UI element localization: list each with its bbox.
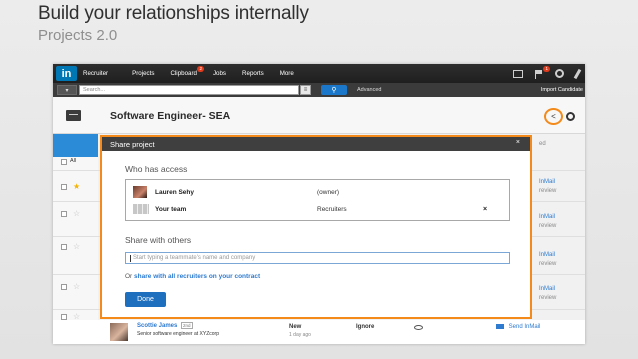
- row-checkbox[interactable]: [61, 211, 67, 217]
- candidate-name-text: Scottie James: [137, 323, 178, 329]
- send-inmail-link[interactable]: Send InMail: [496, 324, 540, 330]
- share-input-placeholder: Start typing a teammate's name and compa…: [133, 255, 256, 261]
- access-row-team: Your team Recruiters ×: [133, 203, 503, 215]
- recruiter-app-screenshot: in Recruiter Projects Clipboard 2 Jobs R…: [53, 64, 585, 344]
- nav-icons: 1: [513, 65, 582, 79]
- nav-item-clipboard-label: Clipboard: [170, 70, 197, 77]
- candidate-name[interactable]: Scottie James 2nd: [137, 322, 193, 329]
- list-icon[interactable]: ≡: [300, 85, 311, 95]
- star-icon[interactable]: ☆: [73, 210, 80, 218]
- slide-subtitle: Projects 2.0: [38, 27, 118, 44]
- clipboard-badge: 2: [197, 66, 204, 72]
- modal-header: Share project ×: [102, 137, 530, 151]
- select-all-checkbox[interactable]: [61, 159, 67, 165]
- member-name[interactable]: Lauren Sehy: [155, 189, 194, 196]
- import-candidate-link[interactable]: Import Candidate: [541, 87, 583, 93]
- remove-access-icon[interactable]: ×: [483, 206, 487, 213]
- flag-badge: 1: [543, 65, 550, 72]
- member-name: Your team: [155, 205, 187, 213]
- text-caret: [130, 254, 131, 262]
- inmail-link[interactable]: InMail: [539, 286, 555, 292]
- who-has-access-label: Who has access: [125, 164, 188, 174]
- slide-title: Build your relationships internally: [38, 3, 309, 24]
- star-icon[interactable]: ★: [73, 183, 80, 191]
- or-text: Or: [125, 273, 133, 280]
- send-inmail-label: Send InMail: [508, 324, 541, 331]
- time-ago: 1 day ago: [289, 332, 311, 338]
- mail-icon[interactable]: [513, 69, 523, 78]
- candidate-headline: Senior software engineer at XYZcorp: [137, 331, 219, 337]
- star-icon[interactable]: ☆: [73, 243, 80, 251]
- review-link[interactable]: review: [539, 188, 556, 194]
- tools-icon[interactable]: [555, 69, 564, 78]
- access-row-owner: Lauren Sehy (owner): [133, 186, 503, 198]
- edit-icon[interactable]: [573, 68, 582, 79]
- select-all-label: All: [70, 158, 77, 164]
- share-with-others-label: Share with others: [125, 235, 192, 245]
- star-icon[interactable]: ☆: [73, 283, 80, 291]
- advanced-search-link[interactable]: Advanced: [357, 87, 381, 93]
- close-icon[interactable]: ×: [516, 139, 520, 146]
- gear-icon[interactable]: [566, 112, 575, 121]
- share-icon[interactable]: <: [544, 108, 563, 125]
- right-column-header: ed: [539, 141, 546, 147]
- search-icon: ⚲: [331, 87, 337, 94]
- share-teammate-input[interactable]: Start typing a teammate's name and compa…: [125, 252, 510, 264]
- avatar: [110, 323, 128, 341]
- row-checkbox[interactable]: [61, 244, 67, 250]
- avatar: [133, 186, 147, 198]
- table-row: Scottie James 2nd Senior software engine…: [53, 320, 585, 344]
- nav-item-recruiter[interactable]: Recruiter: [83, 70, 108, 77]
- share-all-recruiters-link[interactable]: share with all recruiters on your contra…: [134, 273, 260, 280]
- share-all-line: Or share with all recruiters on your con…: [125, 273, 260, 280]
- review-link[interactable]: review: [539, 295, 556, 301]
- review-link[interactable]: review: [539, 261, 556, 267]
- connection-degree-badge: 2nd: [181, 322, 193, 329]
- nav-item-projects[interactable]: Projects: [132, 70, 154, 77]
- inmail-link[interactable]: InMail: [539, 179, 555, 185]
- search-input[interactable]: Search...: [79, 85, 299, 95]
- status-text: New: [289, 324, 302, 330]
- review-link[interactable]: review: [539, 223, 556, 229]
- project-header: Software Engineer- SEA <: [53, 97, 585, 134]
- nav-item-jobs[interactable]: Jobs: [213, 70, 226, 77]
- ignore-button[interactable]: Ignore: [356, 324, 374, 330]
- access-list: Lauren Sehy (owner) Your team Recruiters…: [125, 179, 510, 221]
- inmail-link[interactable]: InMail: [539, 252, 555, 258]
- eye-icon[interactable]: [414, 325, 423, 330]
- inmail-link[interactable]: InMail: [539, 214, 555, 220]
- search-bar: ▾ Search... ≡ ⚲ Advanced Import Candidat…: [53, 83, 585, 97]
- top-navigation: in Recruiter Projects Clipboard 2 Jobs R…: [53, 64, 585, 83]
- nav-item-reports[interactable]: Reports: [242, 70, 264, 77]
- nav-item-clipboard[interactable]: Clipboard 2: [170, 66, 204, 77]
- list-tab[interactable]: [53, 134, 98, 157]
- envelope-icon: [496, 324, 504, 329]
- team-icon: [133, 204, 149, 214]
- candidate-list-left-column: All ★ ☆ ☆ ☆ ☆: [53, 134, 98, 344]
- linkedin-logo[interactable]: in: [56, 66, 77, 81]
- member-role: (owner): [317, 188, 340, 196]
- project-title: Software Engineer- SEA: [110, 110, 231, 122]
- member-role: Recruiters: [317, 205, 347, 213]
- search-button[interactable]: ⚲: [321, 85, 347, 95]
- share-project-modal: Share project × Who has access Lauren Se…: [100, 135, 532, 319]
- done-button[interactable]: Done: [125, 292, 166, 307]
- nav-item-more[interactable]: More: [280, 70, 294, 77]
- flag-icon[interactable]: 1: [535, 65, 550, 79]
- search-type-dropdown[interactable]: ▾: [57, 85, 77, 95]
- modal-title: Share project: [110, 139, 155, 149]
- folder-icon[interactable]: [66, 110, 81, 121]
- row-checkbox[interactable]: [61, 284, 67, 290]
- row-checkbox[interactable]: [61, 184, 67, 190]
